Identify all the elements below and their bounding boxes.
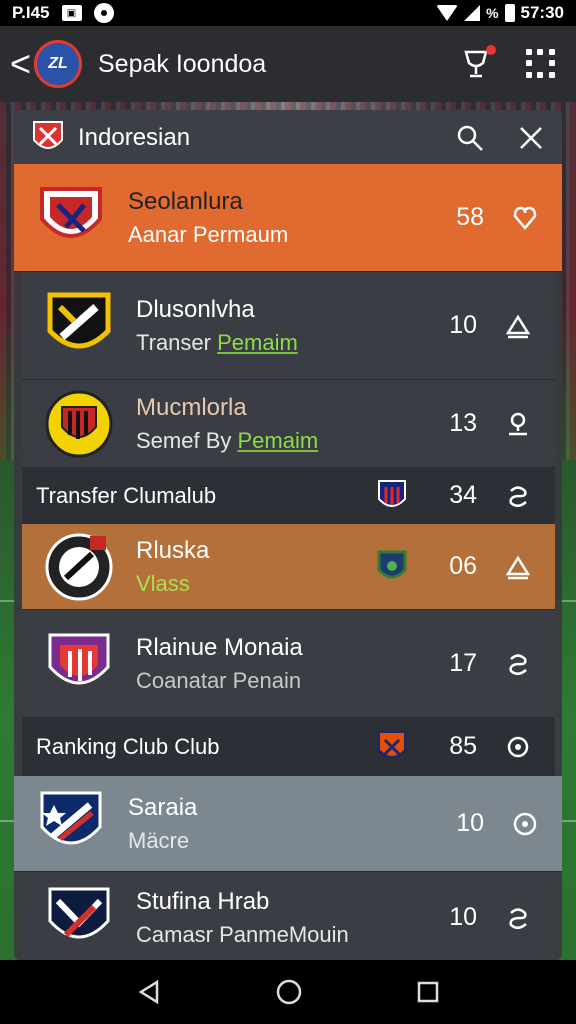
status-bar: P.I45 ▣ % 57:30 — [0, 0, 576, 26]
club-count: 10 — [456, 809, 484, 837]
club-name: Dlusonlvha — [136, 295, 255, 323]
grid-menu-icon[interactable] — [526, 49, 556, 79]
battery-percent-glyph: % — [486, 5, 499, 21]
section-count: 34 — [449, 481, 477, 509]
club-row[interactable]: Stufina Hrab Camasr PanmeMouin 10 — [22, 872, 555, 960]
trophy-icon[interactable] — [462, 45, 496, 79]
signal-icon — [464, 5, 481, 21]
recents-square-icon[interactable] — [416, 980, 440, 1004]
club-row[interactable]: Seolanlura Aanar Permaum 58 — [14, 164, 562, 272]
club-count: 10 — [449, 311, 477, 339]
section-row[interactable]: Ranking Club Club 85 — [22, 718, 555, 776]
status-time-left: P.I45 — [12, 3, 50, 22]
home-circle-icon[interactable] — [275, 978, 303, 1006]
target-icon[interactable] — [512, 811, 538, 837]
triangle-up-icon[interactable] — [505, 313, 531, 339]
club-subtitle: Vlass — [136, 570, 190, 596]
section-count: 85 — [449, 732, 477, 760]
heart-icon[interactable] — [512, 205, 538, 231]
gear-icon[interactable] — [505, 734, 531, 760]
battery-icon — [504, 4, 515, 22]
search-icon[interactable] — [456, 124, 484, 152]
club-row[interactable]: Rluska Vlass 06 — [22, 524, 555, 610]
circle-icon — [93, 3, 114, 23]
club-name: Rluska — [136, 536, 210, 564]
app-bar: < ZL Sepak Ioondoa — [0, 26, 576, 102]
notification-dot — [486, 45, 496, 55]
club-crest-icon — [45, 390, 113, 457]
club-row[interactable]: Rlainue Monaia Coanatar Penain 17 — [22, 610, 555, 718]
club-count: 17 — [449, 649, 477, 677]
club-crest-icon — [48, 633, 110, 684]
app-logo-text: ZL — [48, 55, 68, 72]
club-name: Seolanlura — [128, 187, 243, 215]
club-name: Stufina Hrab — [136, 887, 270, 915]
wifi-icon — [436, 5, 459, 21]
section-title: Ranking Club Club — [36, 733, 220, 759]
mini-crest-icon — [378, 730, 406, 758]
club-subtitle-link[interactable]: Pemaim — [217, 330, 298, 355]
swirl-icon[interactable] — [505, 905, 531, 931]
club-crest-icon — [40, 791, 102, 844]
club-subtitle: Coanatar Penain — [136, 667, 302, 693]
club-name: Saraia — [128, 793, 198, 821]
club-count: 58 — [456, 203, 484, 231]
club-subtitle: Aanar Permaum — [128, 221, 289, 247]
app-logo: ZL — [34, 40, 82, 88]
swirl-icon[interactable] — [505, 651, 531, 677]
status-time-right: 57:30 — [520, 3, 564, 22]
mini-crest-icon — [377, 550, 407, 578]
back-button[interactable]: < — [10, 46, 31, 82]
section-title: Transfer Clumalub — [36, 482, 217, 508]
app-title: Sepak Ioondoa — [98, 49, 267, 78]
club-subtitle: Transer Pemaim — [136, 330, 298, 356]
club-subtitle: Mäcre — [128, 827, 190, 853]
club-crest-icon — [45, 533, 113, 600]
panel-header: Indoresian — [14, 110, 562, 166]
club-list-panel: Indoresian Seolanlura Aanar Permaum 58 D… — [14, 110, 562, 960]
swirl-icon[interactable] — [505, 483, 531, 509]
club-subtitle: Camasr PanmeMouin — [136, 921, 349, 947]
club-name: Mucmlorla — [136, 393, 247, 421]
system-nav-bar — [0, 960, 576, 1024]
club-subtitle: Semef By Pemaim — [136, 428, 318, 454]
club-row[interactable]: Dlusonlvha Transer Pemaim 10 — [22, 272, 555, 380]
trophy-icon-svg — [464, 50, 488, 78]
notification-box-icon: ▣ — [61, 5, 82, 21]
club-count: 06 — [449, 552, 477, 580]
club-crest-icon — [48, 887, 110, 938]
club-subtitle-text: Semef By — [136, 427, 238, 453]
close-icon[interactable] — [518, 125, 544, 151]
league-crest-icon — [33, 121, 63, 149]
club-crest-icon — [40, 186, 102, 238]
triangle-up-icon[interactable] — [505, 554, 531, 580]
club-crest-icon — [47, 292, 111, 348]
back-triangle-icon[interactable] — [136, 979, 162, 1005]
club-row[interactable]: Saraia Mäcre 10 — [14, 776, 562, 872]
club-name: Rlainue Monaia — [136, 633, 303, 661]
mini-crest-icon — [378, 479, 406, 507]
club-count: 13 — [449, 409, 477, 437]
club-subtitle-link[interactable]: Pemaim — [237, 428, 318, 453]
club-count: 10 — [449, 903, 477, 931]
pin-icon[interactable] — [505, 411, 531, 437]
section-row[interactable]: Transfer Clumalub 34 — [22, 468, 555, 524]
club-row[interactable]: Mucmlorla Semef By Pemaim 13 — [22, 380, 555, 468]
club-subtitle-text: Transer — [136, 329, 218, 355]
panel-title: Indoresian — [78, 124, 191, 151]
